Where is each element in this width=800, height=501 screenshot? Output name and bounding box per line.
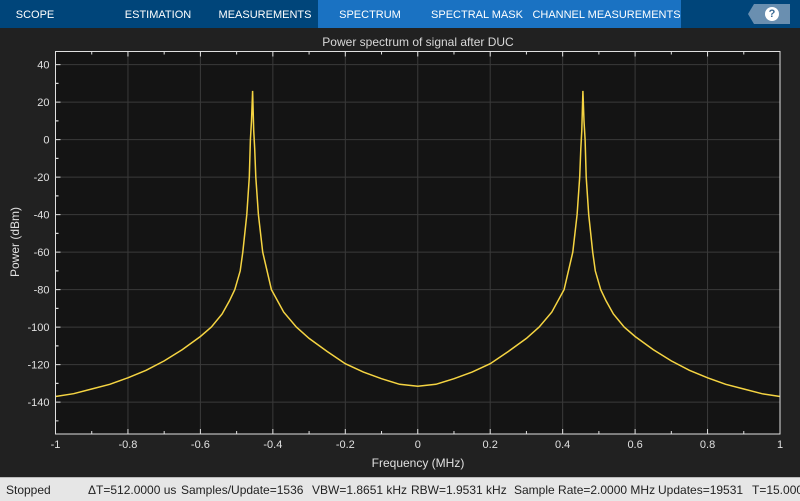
run-state: Stopped	[6, 483, 51, 497]
x-tick-label: 0.4	[555, 439, 570, 451]
x-tick-label: -0.6	[191, 439, 210, 451]
y-tick-label: -140	[27, 397, 49, 409]
y-tick-label: -20	[34, 172, 50, 184]
y-tick-label: -80	[34, 285, 50, 297]
chart-title: Power spectrum of signal after DUC	[322, 35, 514, 49]
toolstrip-tabs: SCOPE ESTIMATION MEASUREMENTS SPECTRUM S…	[0, 0, 800, 28]
x-axis-label: Frequency (MHz)	[372, 456, 465, 470]
rbw: RBW=1.9531 kHz	[411, 483, 507, 497]
x-tick-label: 0	[415, 439, 421, 451]
spectrum-chart: Power spectrum of signal after DUC -1 -0.…	[8, 35, 783, 470]
y-tick-label: 40	[37, 60, 49, 72]
tab-spectral-mask[interactable]: SPECTRAL MASK	[422, 0, 532, 28]
x-tick-label: 1	[777, 439, 783, 451]
samples-per-update: Samples/Update=1536	[181, 483, 304, 497]
help-button[interactable]: ?	[748, 4, 790, 24]
x-tick-label: -1	[51, 439, 61, 451]
x-tick-label: 0.2	[483, 439, 498, 451]
tab-channel-measurements[interactable]: CHANNEL MEASUREMENTS	[532, 0, 681, 28]
y-tick-label: 20	[37, 97, 49, 109]
y-tick-label: -40	[34, 210, 50, 222]
y-tick-label: -120	[27, 360, 49, 372]
x-tick-label: -0.8	[118, 439, 137, 451]
help-icon: ?	[765, 7, 779, 21]
tab-estimation[interactable]: ESTIMATION	[110, 0, 206, 28]
tab-spectrum[interactable]: SPECTRUM	[318, 0, 422, 28]
x-tick-label: 0.6	[627, 439, 642, 451]
vbw: VBW=1.8651 kHz	[312, 483, 408, 497]
sim-time: T=15.000	[752, 483, 800, 497]
tab-scope[interactable]: SCOPE	[0, 0, 70, 28]
x-tick-label: 0.8	[700, 439, 715, 451]
status-bar: Stopped ΔT=512.0000 us Samples/Update=15…	[0, 477, 800, 501]
x-tick-label: -0.2	[336, 439, 355, 451]
sample-rate: Sample Rate=2.0000 MHz	[514, 483, 656, 497]
tab-measurements[interactable]: MEASUREMENTS	[216, 0, 314, 28]
y-tick-label: 0	[43, 135, 49, 147]
y-axis-label: Power (dBm)	[8, 207, 22, 277]
y-tick-label: -100	[27, 322, 49, 334]
delta-t: ΔT=512.0000 us	[88, 483, 177, 497]
updates: Updates=19531	[658, 483, 744, 497]
x-tick-label: -0.4	[263, 439, 282, 451]
y-tick-label: -60	[34, 247, 50, 259]
